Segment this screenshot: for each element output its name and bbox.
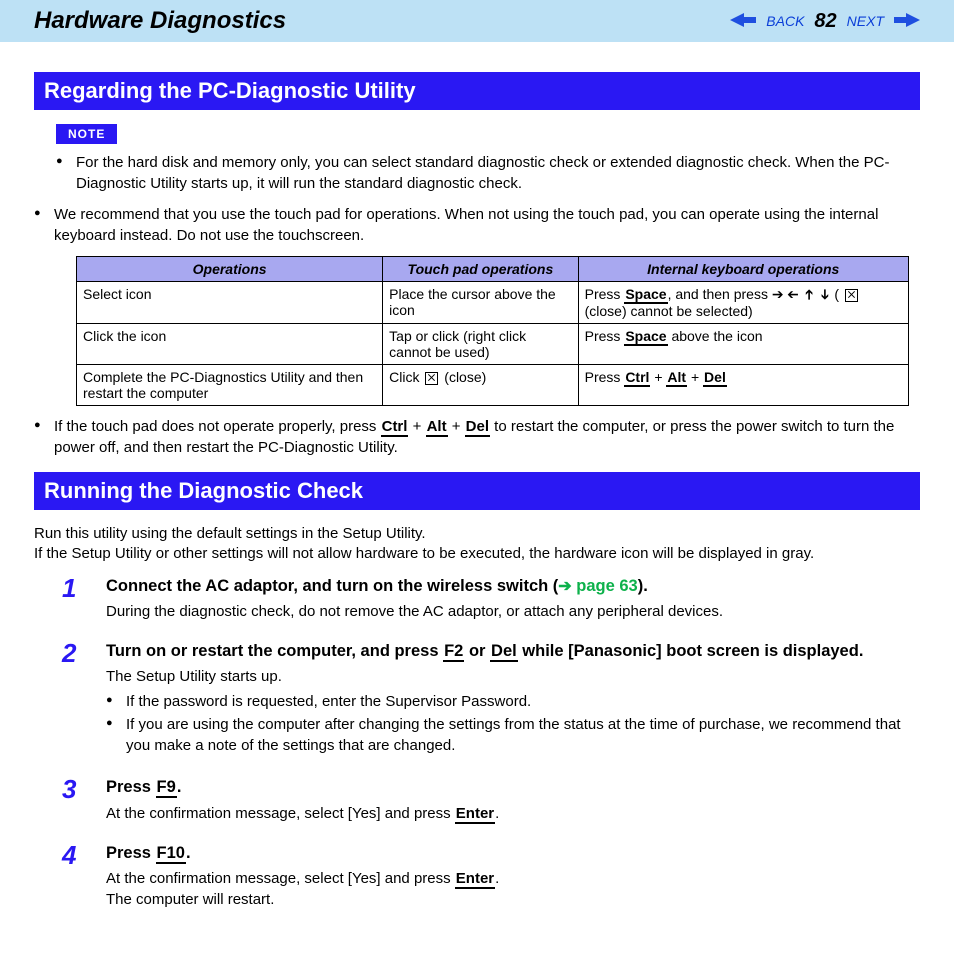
arrow-right-icon: ➔ xyxy=(772,286,784,302)
step-number: 4 xyxy=(62,842,106,910)
intro-text: Run this utility using the default setti… xyxy=(34,524,920,565)
page-nav: BACK 82 NEXT xyxy=(730,0,920,42)
step-number: 1 xyxy=(62,575,106,623)
key-f9: F9 xyxy=(156,778,177,798)
step-title: Press F9. xyxy=(106,776,920,798)
th-touchpad: Touch pad operations xyxy=(383,257,578,282)
arrow-up-icon: ➔ xyxy=(800,289,817,301)
td: Press Ctrl + Alt + Del xyxy=(578,365,908,406)
td: Press Space above the icon xyxy=(578,324,908,365)
back-link[interactable]: BACK xyxy=(766,13,804,29)
bullet-list-after: If the touch pad does not operate proper… xyxy=(34,416,920,458)
bullet-touchpad: We recommend that you use the touch pad … xyxy=(34,204,920,246)
step-text: During the diagnostic check, do not remo… xyxy=(106,601,920,622)
table-row: Select icon Place the cursor above the i… xyxy=(77,282,909,324)
arrow-down-icon: ➔ xyxy=(816,289,833,301)
step-title: Turn on or restart the computer, and pre… xyxy=(106,640,920,662)
key-del: Del xyxy=(703,369,727,387)
next-arrow-icon[interactable] xyxy=(894,11,920,32)
step-title: Connect the AC adaptor, and turn on the … xyxy=(106,575,920,598)
td: Press Space, and then press ➔ ➔ ➔ ➔ ( (c… xyxy=(578,282,908,324)
th-keyboard: Internal keyboard operations xyxy=(578,257,908,282)
step-number: 3 xyxy=(62,776,106,823)
td: Click (close) xyxy=(383,365,578,406)
key-alt: Alt xyxy=(426,418,448,437)
td: Place the cursor above the icon xyxy=(383,282,578,324)
key-ctrl: Ctrl xyxy=(381,418,409,437)
bullet-restart: If the touch pad does not operate proper… xyxy=(34,416,920,458)
close-icon xyxy=(425,372,438,385)
section-header-regarding: Regarding the PC-Diagnostic Utility xyxy=(34,72,920,110)
bullet-list: We recommend that you use the touch pad … xyxy=(34,204,920,246)
table-row: Click the icon Tap or click (right click… xyxy=(77,324,909,365)
key-enter: Enter xyxy=(455,805,495,824)
step-1: 1 Connect the AC adaptor, and turn on th… xyxy=(62,575,920,623)
key-f2: F2 xyxy=(443,642,464,662)
arrow-right-icon: ➔ xyxy=(558,578,571,595)
key-ctrl: Ctrl xyxy=(624,369,650,387)
td: Tap or click (right click cannot be used… xyxy=(383,324,578,365)
note-label: NOTE xyxy=(56,124,117,144)
step-text: At the confirmation message, select [Yes… xyxy=(106,868,920,910)
step-number: 2 xyxy=(62,640,106,758)
step-3: 3 Press F9. At the confirmation message,… xyxy=(62,776,920,823)
key-del: Del xyxy=(465,418,490,437)
th-operations: Operations xyxy=(77,257,383,282)
key-f10: F10 xyxy=(156,844,186,864)
section-header-running: Running the Diagnostic Check xyxy=(34,472,920,510)
key-enter: Enter xyxy=(455,870,495,889)
td: Click the icon xyxy=(77,324,383,365)
td: Complete the PC-Diagnostics Utility and … xyxy=(77,365,383,406)
page-link[interactable]: ➔ page 63 xyxy=(558,577,637,595)
top-bar: Hardware Diagnostics BACK 82 NEXT xyxy=(0,0,954,42)
close-icon xyxy=(845,289,858,302)
page-title: Hardware Diagnostics xyxy=(34,7,286,35)
key-space: Space xyxy=(624,328,667,346)
step-list: 1 Connect the AC adaptor, and turn on th… xyxy=(62,575,920,910)
list-item: If the password is requested, enter the … xyxy=(106,691,920,712)
table-row: Complete the PC-Diagnostics Utility and … xyxy=(77,365,909,406)
key-space: Space xyxy=(624,286,667,304)
operations-table: Operations Touch pad operations Internal… xyxy=(76,256,909,406)
step-text: At the confirmation message, select [Yes… xyxy=(106,803,920,824)
step-4: 4 Press F10. At the confirmation message… xyxy=(62,842,920,910)
page-number: 82 xyxy=(814,10,836,33)
next-link[interactable]: NEXT xyxy=(847,13,884,29)
page-content: Regarding the PC-Diagnostic Utility NOTE… xyxy=(0,42,954,958)
list-item: If you are using the computer after chan… xyxy=(106,714,920,756)
key-alt: Alt xyxy=(666,369,687,387)
step-text: The Setup Utility starts up. If the pass… xyxy=(106,666,920,756)
step-2: 2 Turn on or restart the computer, and p… xyxy=(62,640,920,758)
back-arrow-icon[interactable] xyxy=(730,11,756,32)
step-title: Press F10. xyxy=(106,842,920,864)
key-del: Del xyxy=(490,642,518,662)
note-list: For the hard disk and memory only, you c… xyxy=(34,152,920,194)
td: Select icon xyxy=(77,282,383,324)
arrow-left-icon: ➔ xyxy=(787,286,799,303)
note-bullet: For the hard disk and memory only, you c… xyxy=(56,152,920,194)
